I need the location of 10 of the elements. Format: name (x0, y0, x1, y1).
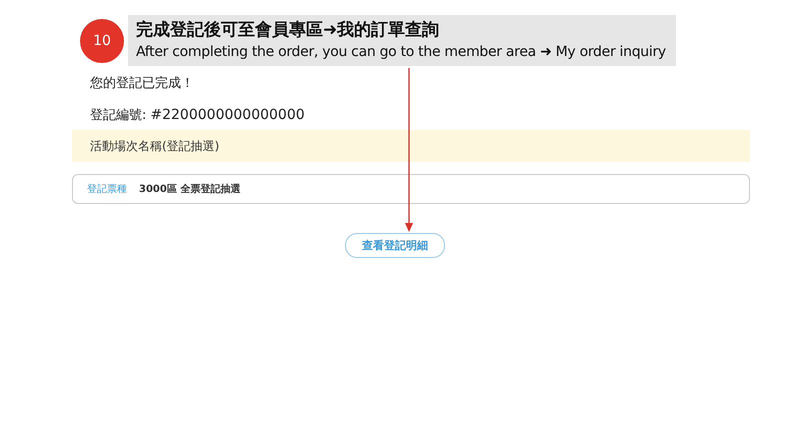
completion-message: 您的登記已完成！ (89, 75, 195, 93)
ticket-value: 3000區 全票登記抽選 (139, 182, 240, 196)
registration-label: 登記編號: (90, 108, 146, 123)
ticket-label: 登記票種 (87, 182, 127, 196)
event-name: 活動場次名稱(登記抽選) (90, 138, 220, 154)
callout-title: 完成登記後可至會員專區➜我的訂單查詢 (136, 19, 440, 42)
view-details-button[interactable]: 查看登記明細 (345, 233, 445, 258)
registration-number: #2200000000000000 (150, 107, 305, 123)
callout-subtitle: After completing the order, you can go to the member area ➜ My order inquiry (136, 43, 667, 62)
step-badge: 10 (80, 18, 124, 62)
